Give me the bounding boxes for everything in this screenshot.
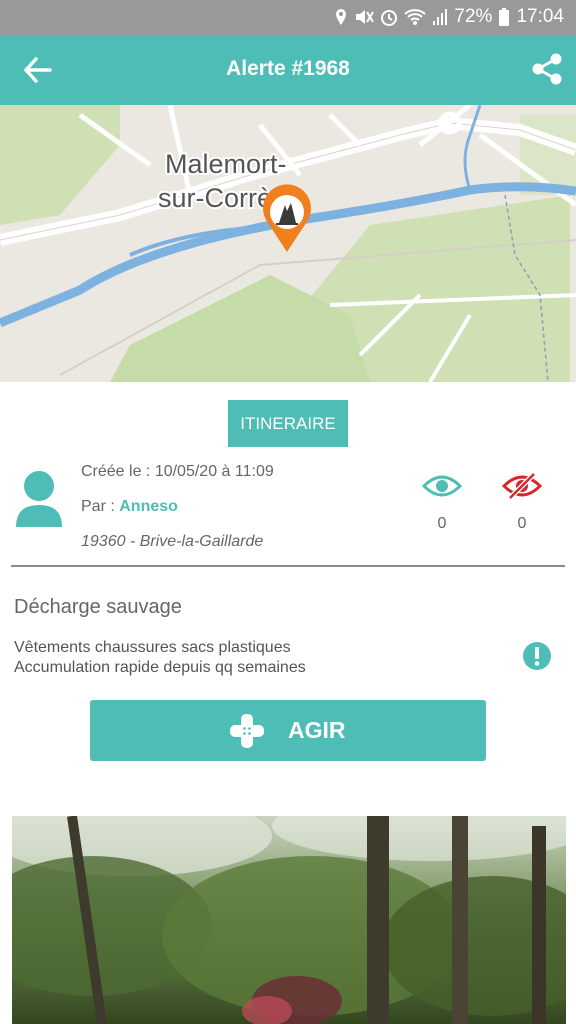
seen-count: 0 — [437, 515, 447, 532]
map-view[interactable]: Malemort- sur-Corrèze — [0, 105, 576, 382]
description-line2: Accumulation rapide depuis qq semaines — [14, 659, 306, 676]
status-bar: 72% 17:04 — [0, 0, 576, 35]
seen-eye-icon[interactable] — [422, 472, 462, 500]
map-place-line1: Malemort- — [165, 149, 287, 179]
author-line: Par : Anneso — [81, 498, 178, 516]
location-icon — [336, 9, 347, 25]
battery-percent: 72% — [454, 6, 493, 27]
not-seen-eye-icon[interactable] — [502, 472, 542, 500]
act-button[interactable]: AGIR — [90, 700, 486, 761]
act-button-label: AGIR — [288, 717, 346, 743]
author-name[interactable]: Anneso — [119, 498, 178, 515]
itinerary-button[interactable]: ITINERAIRE — [228, 400, 348, 447]
map-graphic: Malemort- sur-Corrèze — [0, 105, 576, 382]
not-seen-count: 0 — [517, 515, 527, 532]
bandage-cross-icon — [230, 714, 264, 748]
description-line1: Vêtements chaussures sacs plastiques — [14, 639, 291, 656]
clock: 17:04 — [516, 6, 564, 27]
wifi-icon — [404, 9, 427, 25]
signal-icon — [433, 9, 448, 25]
alert-photo[interactable] — [12, 816, 566, 1024]
alert-photo-graphic — [12, 816, 566, 1024]
report-alert-icon[interactable] — [522, 641, 552, 671]
app-bar: Alerte #1968 — [0, 35, 576, 105]
alert-category: Décharge sauvage — [14, 596, 182, 618]
share-icon[interactable] — [530, 52, 564, 86]
created-date: Créée le : 10/05/20 à 11:09 — [81, 463, 274, 480]
divider — [11, 565, 565, 567]
avatar-icon — [16, 471, 62, 527]
battery-icon — [499, 8, 510, 26]
location-label: 19360 - Brive-la-Gaillarde — [81, 533, 264, 550]
mute-icon — [356, 10, 375, 24]
author-prefix: Par : — [81, 498, 120, 515]
alarm-icon — [381, 10, 398, 26]
status-icons: 72% 17:04 — [334, 6, 564, 28]
page-title: Alerte #1968 — [226, 57, 350, 80]
